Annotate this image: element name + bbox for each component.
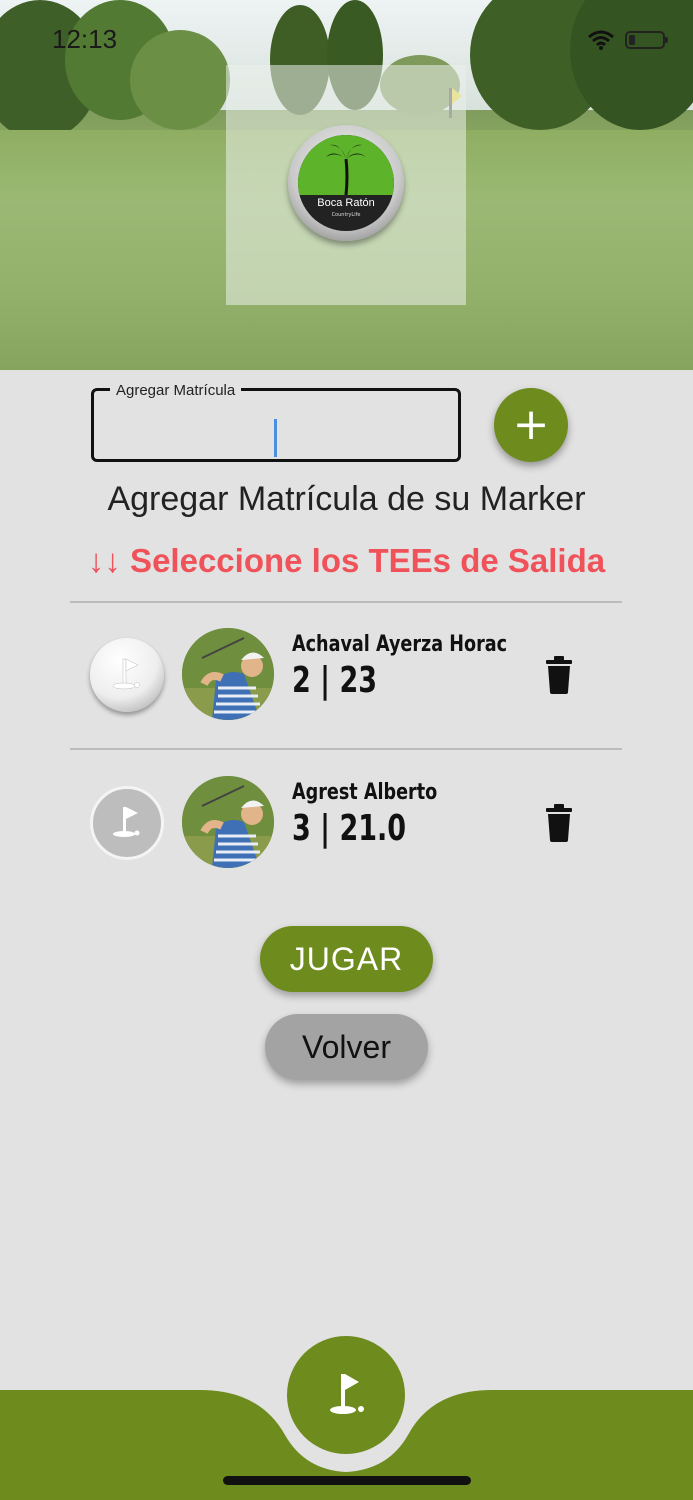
home-indicator <box>223 1476 471 1485</box>
player-name: Agrest Alberto <box>292 780 438 805</box>
golf-flag-icon <box>330 1374 364 1414</box>
trash-icon[interactable] <box>544 804 574 842</box>
golfer-photo <box>182 776 274 868</box>
player-score: 2 | 23 <box>292 660 378 701</box>
battery-icon <box>625 31 668 49</box>
player-score: 3 | 21.0 <box>292 808 407 849</box>
wifi-icon <box>588 30 614 50</box>
logo-text: Boca Ratón <box>317 197 375 209</box>
avatar <box>182 628 274 720</box>
player-row: Achaval Ayerza Horac 2 | 23 <box>0 620 693 730</box>
player-name: Achaval Ayerza Horac <box>292 632 508 657</box>
tee-selector-white[interactable] <box>90 638 164 712</box>
logo-card: Boca Ratón CountryLife <box>226 65 466 305</box>
play-button[interactable]: JUGAR <box>260 926 433 992</box>
back-button[interactable]: Volver <box>265 1014 428 1080</box>
status-time: 12:13 <box>52 24 118 54</box>
divider <box>70 748 622 750</box>
divider <box>70 601 622 603</box>
tee-hint: ↓↓ Seleccione los TEEs de Salida <box>87 542 606 579</box>
tee-selector-grey[interactable] <box>90 786 164 860</box>
club-logo: Boca Ratón CountryLife <box>288 125 404 241</box>
matricula-field[interactable]: Agregar Matrícula <box>91 382 461 462</box>
header-image: 12:13 Boca Ratón CountryLife <box>0 0 693 370</box>
logo-subtext: CountryLife <box>331 212 361 218</box>
text-cursor <box>274 419 277 457</box>
avatar <box>182 776 274 868</box>
player-row: Agrest Alberto 3 | 21.0 <box>0 768 693 878</box>
golf-flag-fab-button[interactable] <box>287 1336 405 1454</box>
golfer-photo <box>182 628 274 720</box>
golf-flag-icon <box>113 807 140 837</box>
trash-icon[interactable] <box>544 656 574 694</box>
page-subtitle: Agregar Matrícula de su Marker <box>107 480 586 518</box>
add-marker-button[interactable]: + <box>494 388 568 462</box>
matricula-label: Agregar Matrícula <box>110 382 242 399</box>
golf-flag-icon <box>112 658 140 690</box>
palm-tree-icon <box>326 144 366 195</box>
status-icons <box>587 30 668 50</box>
